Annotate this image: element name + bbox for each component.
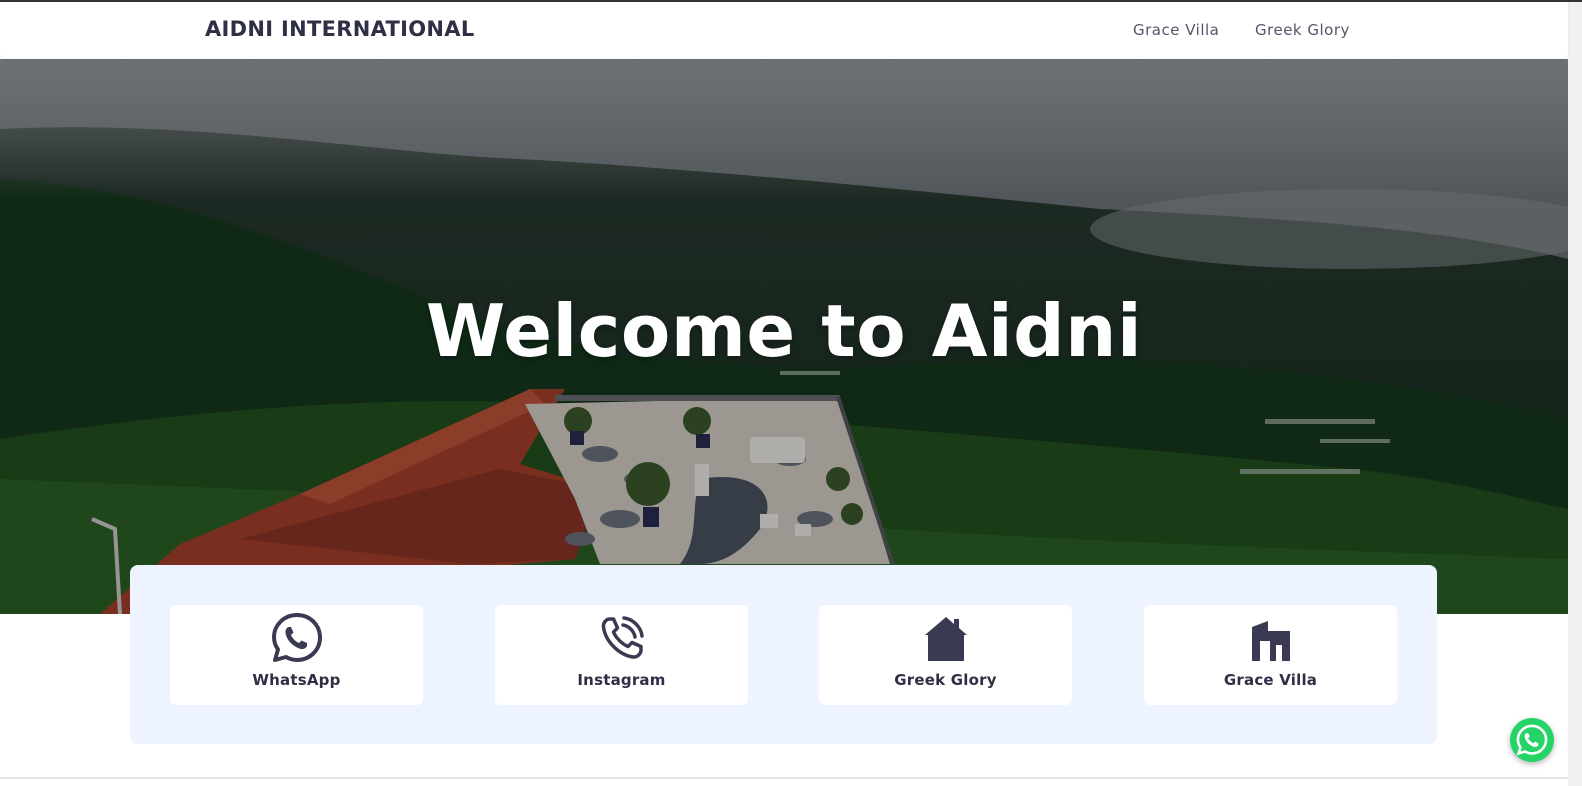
house-icon: [819, 613, 1072, 663]
navbar: AIDNI INTERNATIONAL Grace Villa Greek Gl…: [0, 2, 1568, 59]
greek-glory-card[interactable]: Greek Glory: [819, 605, 1072, 705]
grace-villa-card[interactable]: Grace Villa: [1144, 605, 1397, 705]
whatsapp-card-label: WhatsApp: [252, 671, 341, 689]
nav-link-greek-glory[interactable]: Greek Glory: [1255, 21, 1350, 39]
quick-links-panel: WhatsApp Instagram Greek Glory Grace Vil…: [130, 565, 1437, 744]
whatsapp-icon: [170, 613, 423, 663]
grace-villa-card-label: Grace Villa: [1223, 671, 1318, 689]
whatsapp-floating-button[interactable]: [1510, 718, 1554, 762]
greek-glory-card-label: Greek Glory: [894, 671, 997, 689]
brand-logo[interactable]: AIDNI INTERNATIONAL: [205, 17, 475, 41]
scrollbar[interactable]: [1568, 0, 1582, 786]
whatsapp-icon: [1516, 724, 1548, 756]
instagram-card-label: Instagram: [577, 671, 666, 689]
nav-link-grace-villa[interactable]: Grace Villa: [1133, 21, 1219, 39]
hero-title: Welcome to Aidni: [425, 289, 1143, 374]
instagram-card[interactable]: Instagram: [495, 605, 748, 705]
section-divider: [0, 777, 1568, 779]
phone-call-icon: [495, 613, 748, 663]
hero-banner: Welcome to Aidni: [0, 59, 1568, 614]
building-icon: [1144, 613, 1397, 663]
whatsapp-card[interactable]: WhatsApp: [170, 605, 423, 705]
top-border: [0, 0, 1582, 2]
